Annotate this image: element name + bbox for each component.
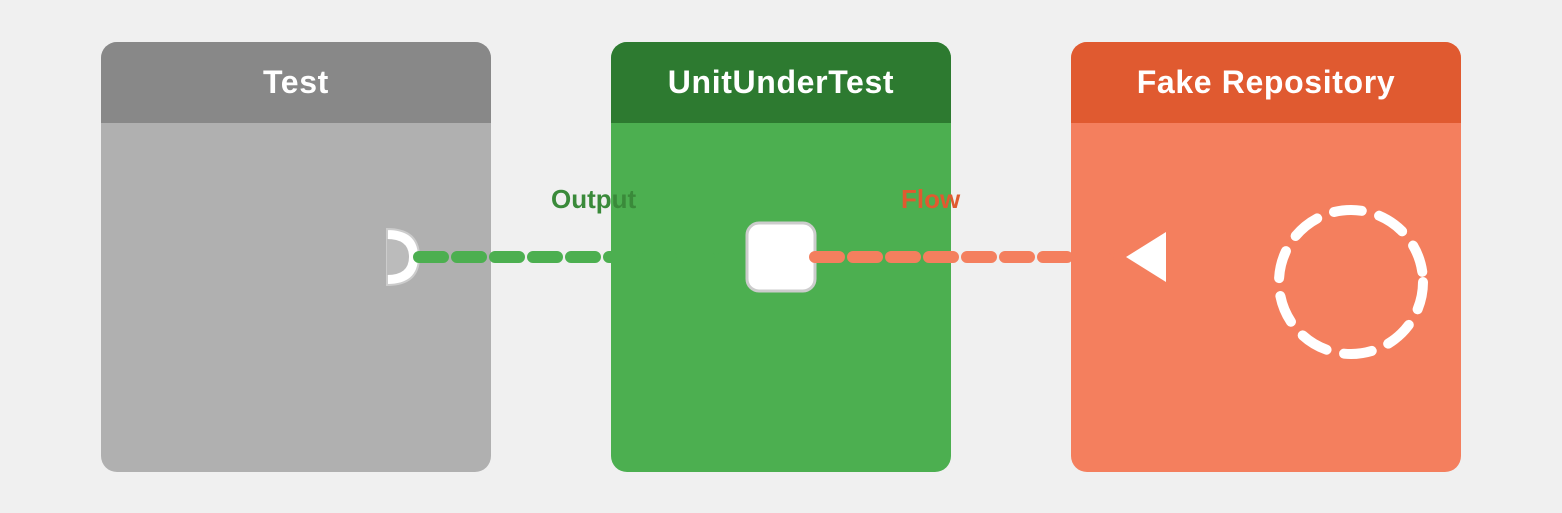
fake-dashed-circle xyxy=(1279,210,1423,354)
connections-svg: Output Flow xyxy=(21,22,1541,492)
diagram-container: Test UnitUnderTest Fake Repository xyxy=(21,22,1541,492)
flow-label: Flow xyxy=(901,184,961,214)
output-label: Output xyxy=(551,184,637,214)
arrow-head xyxy=(1126,232,1166,282)
unit-square-connector xyxy=(747,223,815,291)
